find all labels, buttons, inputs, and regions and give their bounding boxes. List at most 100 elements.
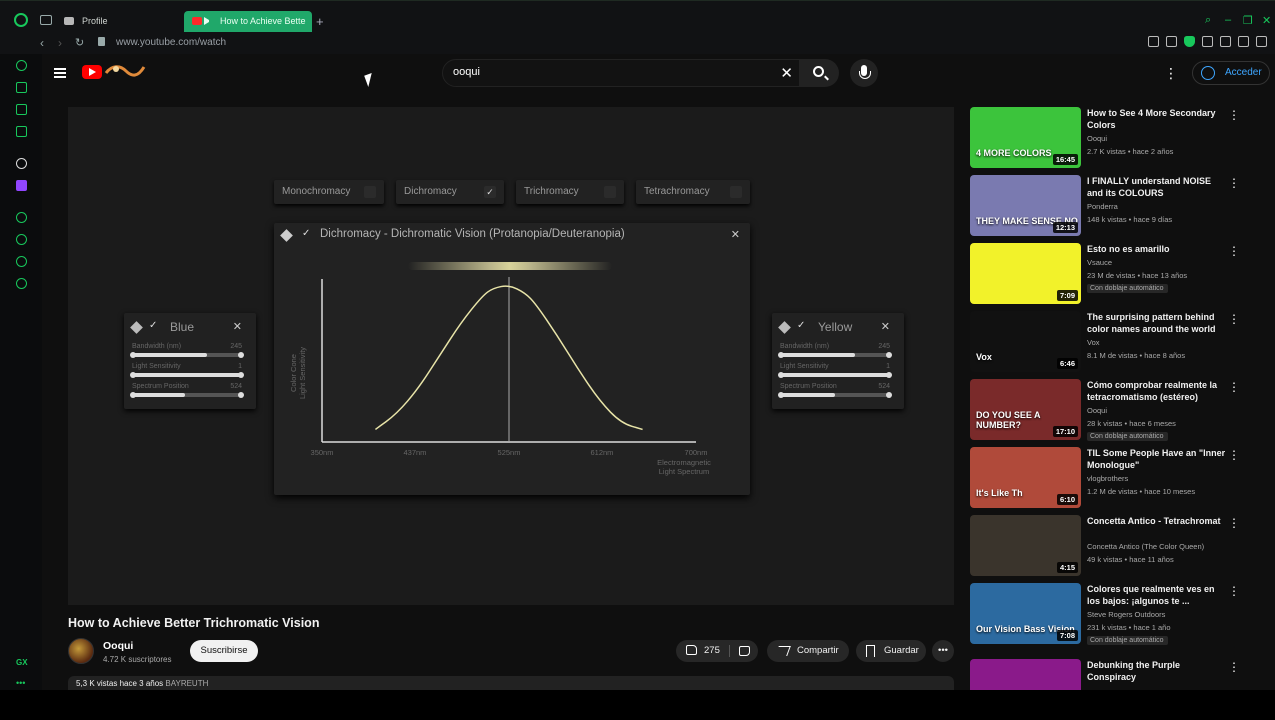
video-thumbnail[interactable]: DO YOU SEE A NUMBER? 17:10: [970, 379, 1081, 440]
menu-icon[interactable]: [1256, 36, 1267, 47]
slider-knob-left[interactable]: [130, 372, 136, 378]
tab-menu-icon[interactable]: [40, 15, 52, 25]
recommendation-channel[interactable]: Ooqui: [1087, 134, 1107, 143]
recommendation-menu-icon[interactable]: ⋮: [1228, 245, 1240, 257]
like-count[interactable]: 275: [704, 640, 720, 662]
channel-avatar[interactable]: [68, 638, 94, 664]
slider-knob-left[interactable]: [130, 352, 136, 358]
clear-search-icon[interactable]: ✕: [780, 64, 793, 82]
recommendation-title[interactable]: How to See 4 More Secondary Colors: [1087, 107, 1227, 131]
recommendation-title[interactable]: Esto no es amarillo: [1087, 243, 1227, 255]
reload-icon[interactable]: ↻: [75, 36, 84, 49]
video-thumbnail[interactable]: THEY MAKE SENSE NO 12:13: [970, 175, 1081, 236]
recommendation-channel[interactable]: Vox: [1087, 338, 1100, 347]
recommendation-channel[interactable]: Ooqui: [1087, 406, 1107, 415]
search-tabs-icon[interactable]: ⌕: [1205, 14, 1211, 27]
sidebar-apps-icon[interactable]: [16, 158, 27, 169]
hamburger-menu-icon[interactable]: [54, 68, 66, 78]
recommendation-menu-icon[interactable]: ⋮: [1228, 177, 1240, 189]
save-button[interactable]: Guardar: [856, 640, 926, 662]
recommendation-title[interactable]: Colores que realmente ves en los bajos: …: [1087, 583, 1227, 607]
close-window-icon[interactable]: ✕: [1262, 14, 1271, 27]
slider-knob-left[interactable]: [130, 392, 136, 398]
slider-track[interactable]: [778, 372, 892, 378]
recommendation-title[interactable]: Concetta Antico - Tetrachromat: [1087, 515, 1227, 527]
sidebar-settings-icon[interactable]: [16, 278, 27, 289]
settings-kebab-icon[interactable]: ⋮: [1164, 66, 1178, 80]
recommendation-channel[interactable]: Steve Rogers Outdoors: [1087, 610, 1165, 619]
slider-track[interactable]: [778, 352, 892, 358]
slider-knob-left[interactable]: [778, 392, 784, 398]
recommendation-menu-icon[interactable]: ⋮: [1228, 381, 1240, 393]
forward-icon[interactable]: ›: [58, 36, 62, 50]
slider-track[interactable]: [130, 372, 244, 378]
recommendation-channel[interactable]: Concetta Antico (The Color Queen): [1087, 542, 1204, 551]
vpn-shield-icon[interactable]: [1184, 36, 1195, 47]
recommendation-menu-icon[interactable]: ⋮: [1228, 109, 1240, 121]
slider-knob-right[interactable]: [886, 352, 892, 358]
recommendation-item[interactable]: 4 MORE COLORS 16:45 How to See 4 More Seco…: [970, 107, 1240, 169]
recommendation-channel[interactable]: Ponderra: [1087, 202, 1118, 211]
recommendation-item[interactable]: 4:15 Concetta Antico - Tetrachromat Concet…: [970, 515, 1240, 577]
video-thumbnail[interactable]: 4:15: [970, 515, 1081, 576]
video-thumbnail[interactable]: Vox 6:46: [970, 311, 1081, 372]
recommendation-item[interactable]: DO YOU SEE A NUMBER? 17:10 Cómo comprobar …: [970, 379, 1240, 441]
video-thumbnail[interactable]: It's Like Th 6:10: [970, 447, 1081, 508]
sidebar-messenger-icon[interactable]: [16, 126, 27, 137]
recommendation-channel[interactable]: Vsauce: [1087, 258, 1112, 267]
channel-name[interactable]: Ooqui: [103, 640, 133, 652]
sign-in-button[interactable]: Acceder: [1192, 61, 1270, 85]
recommendation-item[interactable]: Our Vision Bass Vision 7:08 Colores que re…: [970, 583, 1240, 645]
recommendation-title[interactable]: Cómo comprobar realmente la tetracromati…: [1087, 379, 1227, 403]
more-actions-button[interactable]: •••: [932, 640, 954, 662]
snapshot-icon[interactable]: [1166, 36, 1177, 47]
slider-knob-left[interactable]: [778, 372, 784, 378]
recommendation-menu-icon[interactable]: ⋮: [1228, 661, 1240, 673]
recommendation-title[interactable]: TIL Some People Have an "Inner Monologue…: [1087, 447, 1227, 471]
video-thumbnail[interactable]: 4 MORE COLORS 16:45: [970, 107, 1081, 168]
video-thumbnail[interactable]: Our Vision Bass Vision 7:08: [970, 583, 1081, 644]
minimize-icon[interactable]: –: [1225, 14, 1231, 26]
dislike-icon[interactable]: [739, 646, 750, 656]
video-player[interactable]: Monochromacy Dichromacy ✓ Trichromacy Te…: [68, 107, 954, 605]
slider-track[interactable]: [778, 392, 892, 398]
sidebar-history-icon[interactable]: [16, 60, 27, 71]
tab-profile[interactable]: Profile: [56, 11, 180, 32]
sidebar-extensions-icon[interactable]: [16, 256, 27, 267]
slider-knob-right[interactable]: [238, 392, 244, 398]
voice-search-button[interactable]: [850, 59, 878, 87]
tab-youtube[interactable]: How to Achieve Bette: [184, 11, 312, 32]
slider-knob-right[interactable]: [238, 372, 244, 378]
youtube-logo[interactable]: [82, 65, 102, 79]
recommendation-menu-icon[interactable]: ⋮: [1228, 449, 1240, 461]
recommendation-menu-icon[interactable]: ⋮: [1228, 517, 1240, 529]
recommendation-menu-icon[interactable]: ⋮: [1228, 585, 1240, 597]
lock-icon[interactable]: [98, 37, 105, 46]
profile-icon[interactable]: [1238, 36, 1249, 47]
recommendation-item[interactable]: 7:09 Esto no es amarillo Vsauce 23 M de vis…: [970, 243, 1240, 305]
sidebar-whatsapp-icon[interactable]: [16, 104, 27, 115]
like-icon[interactable]: [686, 645, 697, 655]
heart-icon[interactable]: [1220, 36, 1231, 47]
opera-logo-icon[interactable]: [14, 13, 28, 27]
slider-track[interactable]: [130, 352, 244, 358]
sidebar-gx-icon[interactable]: GX: [16, 658, 28, 667]
search-input[interactable]: [453, 66, 753, 78]
search-button[interactable]: [799, 59, 839, 87]
video-thumbnail[interactable]: 7:09: [970, 243, 1081, 304]
recommendation-title[interactable]: The surprising pattern behind color name…: [1087, 311, 1227, 335]
sidebar-more-icon[interactable]: •••: [16, 678, 25, 688]
recommendation-item[interactable]: Vox 6:46 The surprising pattern behind col…: [970, 311, 1240, 373]
recommendation-menu-icon[interactable]: ⋮: [1228, 313, 1240, 325]
sidebar-player-icon[interactable]: [16, 212, 27, 223]
slider-knob-left[interactable]: [778, 352, 784, 358]
maximize-icon[interactable]: ❐: [1243, 14, 1253, 27]
share-button[interactable]: Compartir: [767, 640, 849, 662]
back-icon[interactable]: ‹: [40, 36, 44, 50]
sidebar-ai-icon[interactable]: [16, 82, 27, 93]
player-icon[interactable]: [1202, 36, 1213, 47]
recommendation-title[interactable]: Debunking the Purple Conspiracy: [1087, 659, 1227, 683]
recommendation-channel[interactable]: vlogbrothers: [1087, 474, 1128, 483]
slider-knob-right[interactable]: [886, 372, 892, 378]
slider-knob-right[interactable]: [238, 352, 244, 358]
